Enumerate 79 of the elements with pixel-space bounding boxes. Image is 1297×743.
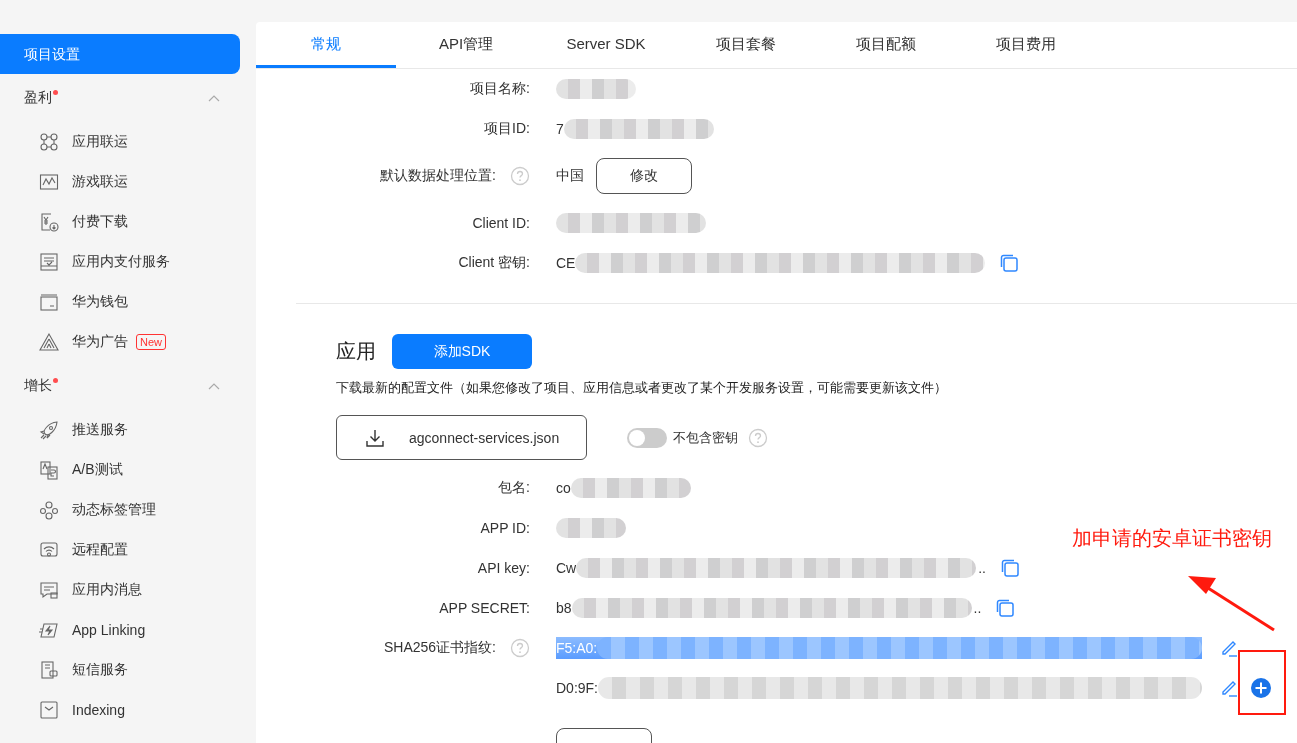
field-label: 项目名称: — [470, 80, 530, 98]
pencil-icon[interactable] — [1220, 639, 1238, 657]
sidebar-item[interactable]: 应用联运 — [0, 122, 256, 162]
sidebar-item[interactable]: 动态标签管理 — [0, 490, 256, 530]
field-label: SHA256证书指纹: — [383, 639, 496, 657]
sidebar-item[interactable]: 华为广告 New — [0, 322, 256, 362]
yuan-download-icon — [39, 212, 59, 232]
tab[interactable]: Server SDK — [536, 22, 676, 68]
group-header[interactable]: 增长 — [0, 362, 256, 410]
tab[interactable]: 项目套餐 — [676, 22, 816, 68]
field-label: APP ID: — [480, 520, 530, 536]
rocket-icon — [39, 420, 59, 440]
nodes-icon — [39, 132, 59, 152]
ab-icon — [39, 460, 59, 480]
group-header[interactable]: 盈利 — [0, 74, 256, 122]
field-value: 中国 — [556, 167, 584, 185]
receipt-icon — [39, 252, 59, 272]
field-value: 7 — [556, 121, 564, 137]
ellipsis: .. — [978, 560, 986, 576]
section-title: 应用 — [336, 339, 376, 364]
sidebar-item[interactable]: 华为钱包 — [0, 282, 256, 322]
sidebar-item[interactable]: 推送服务 — [0, 410, 256, 450]
box-icon — [39, 700, 59, 720]
field-value: Cw — [556, 560, 577, 576]
new-badge: New — [136, 334, 166, 350]
sidebar-item[interactable]: 短信服务 — [0, 650, 256, 690]
tab[interactable]: 常规 — [256, 22, 396, 68]
add-sdk-button[interactable]: 添加SDK — [392, 334, 532, 369]
tab[interactable]: 项目费用 — [956, 22, 1096, 68]
phone-chat-icon — [39, 660, 59, 680]
lightning-icon — [39, 620, 59, 640]
tab[interactable]: 项目配额 — [816, 22, 956, 68]
field-label: APP SECRET: — [439, 600, 530, 616]
edit-button[interactable]: 修改 — [596, 158, 692, 194]
field-value: co — [556, 480, 571, 496]
toggle-label: 不包含密钥 — [673, 428, 738, 447]
sidebar-item[interactable]: 应用内消息 — [0, 570, 256, 610]
group-title: 盈利 — [24, 89, 52, 107]
sidebar-item[interactable]: A/B测试 — [0, 450, 256, 490]
copy-icon[interactable] — [999, 253, 1020, 273]
molecule-icon — [39, 500, 59, 520]
add-icon[interactable] — [1250, 677, 1272, 699]
field-value: CE — [556, 255, 576, 271]
sidebar-item[interactable]: 项目设置 — [0, 34, 240, 74]
field-label: 项目ID: — [484, 120, 530, 138]
sidebar-item[interactable]: Indexing — [0, 690, 256, 730]
field-label: 包名: — [498, 479, 530, 497]
tab[interactable]: API管理 — [396, 22, 536, 68]
chart-icon — [39, 172, 59, 192]
sidebar-item[interactable]: 游戏联运 — [0, 162, 256, 202]
caret-up-icon[interactable] — [208, 94, 220, 102]
group-title: 增长 — [24, 377, 52, 395]
field-label: API key: — [477, 560, 530, 576]
blurred-value — [556, 518, 626, 538]
copy-icon[interactable] — [1000, 558, 1020, 578]
fingerprint-value: D0:9F: — [556, 677, 1202, 699]
wifi-icon — [39, 540, 59, 560]
toggle-switch[interactable] — [627, 427, 667, 448]
copy-icon[interactable] — [995, 598, 1016, 618]
field-label: Client ID: — [472, 215, 530, 231]
field-value: b8 — [556, 600, 572, 616]
caret-up-icon[interactable] — [208, 382, 220, 390]
pencil-icon[interactable] — [1220, 679, 1238, 697]
field-label: 默认数据处理位置: — [380, 167, 496, 185]
sidebar-item[interactable]: App Linking — [0, 610, 256, 650]
highlight-rectangle — [1238, 650, 1286, 715]
triangle-icon — [39, 332, 59, 352]
field-label: Client 密钥: — [458, 254, 530, 272]
download-icon — [365, 427, 385, 448]
sidebar-item[interactable]: 付费下载 — [0, 202, 256, 242]
annotation-text: 加申请的安卓证书密钥 — [1072, 526, 1272, 551]
fingerprint-value: F5:A0: — [556, 637, 1202, 659]
message-icon — [39, 580, 59, 600]
wallet-icon — [39, 292, 59, 312]
ellipsis: .. — [973, 600, 982, 616]
download-button[interactable]: agconnect-services.json — [336, 415, 587, 460]
sidebar-item[interactable]: 应用内支付服务 — [0, 242, 256, 282]
description-text: 下载最新的配置文件（如果您修改了项目、应用信息或者更改了某个开发服务设置，可能需要更新该文件） — [336, 379, 948, 397]
sidebar-item[interactable]: 远程配置 — [0, 530, 256, 570]
